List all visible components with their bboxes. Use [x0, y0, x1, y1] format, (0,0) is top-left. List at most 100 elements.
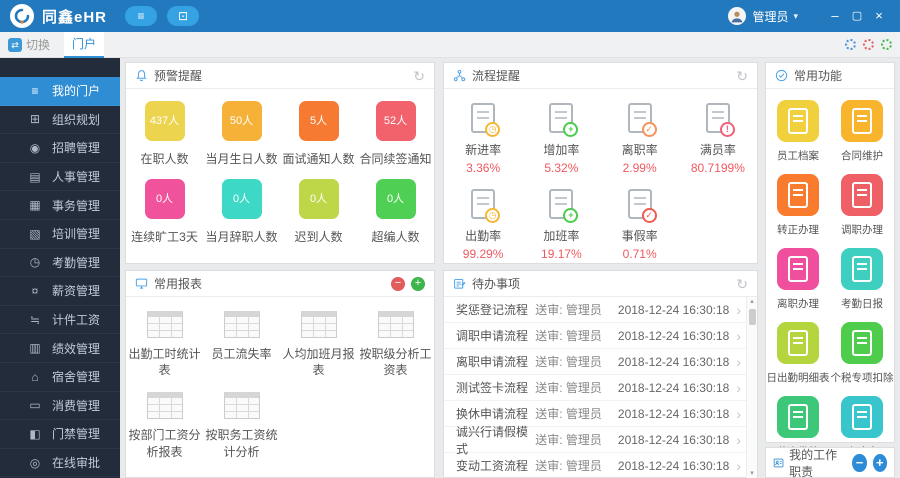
avatar	[728, 7, 747, 25]
tile-value: 0人	[221, 179, 262, 219]
sidebar-item-training[interactable]: ▧ 培训管理	[0, 220, 120, 249]
tile-value: 437人	[144, 101, 185, 141]
function-resignation-processing[interactable]: 离职办理	[766, 248, 830, 311]
function-employee-files[interactable]: 员工档案	[766, 100, 830, 163]
function-transfer-processing[interactable]: 调职办理	[830, 174, 894, 237]
settings-gear-red-icon[interactable]	[863, 39, 874, 50]
sidebar-item-personnel[interactable]: ▤ 人事管理	[0, 163, 120, 192]
sidebar-item-payroll[interactable]: ¤ 薪资管理	[0, 277, 120, 306]
todo-row[interactable]: 调职申请流程 送审: 管理员 2018-12-24 16:30:18 ›	[444, 323, 757, 349]
add-report-button[interactable]: +	[411, 276, 425, 291]
process-item-growth-rate[interactable]: + 增加率 5.32%	[522, 103, 600, 175]
chevron-right-icon: ›	[736, 301, 741, 318]
panel-functions-header: 常用功能	[766, 63, 894, 89]
process-item-attendance-rate[interactable]: ◷ 出勤率 99.29%	[444, 189, 522, 261]
todo-row[interactable]: 变动工资流程 送审: 管理员 2018-12-24 16:30:18 ›	[444, 453, 757, 478]
table-icon	[377, 311, 414, 338]
function-probation-confirmation[interactable]: 转正办理	[766, 174, 830, 237]
sidebar-item-performance[interactable]: ▥ 绩效管理	[0, 334, 120, 363]
sidebar-item-recruitment[interactable]: ◉ 招聘管理	[0, 134, 120, 163]
document-icon: +	[549, 189, 579, 223]
warning-tile-overstaffed[interactable]: 0人 超编人数	[357, 179, 434, 245]
settings-gear-blue-icon[interactable]	[845, 39, 856, 50]
sidebar-item-dormitory[interactable]: ⌂ 宿舍管理	[0, 363, 120, 392]
layers-icon: ≡	[31, 83, 39, 98]
sidebar-item-access-control[interactable]: ◧ 门禁管理	[0, 420, 120, 449]
settings-gear-green-icon[interactable]	[881, 39, 892, 50]
panel-todo-items: 待办事项 ↻ 奖惩登记流程 送审: 管理员 2018-12-24 16:30:18 ›…	[443, 270, 758, 478]
card-icon: ▭	[29, 398, 41, 413]
sidebar-item-consumption[interactable]: ▭ 消费管理	[0, 392, 120, 421]
calendar-clock-icon: ◷	[29, 255, 41, 270]
panel-reports-header: 常用报表 − +	[126, 271, 434, 297]
badge-icon: +	[563, 208, 579, 223]
todo-row[interactable]: 诚兴行请假模式 送审: 管理员 2018-12-24 16:30:18 ›	[444, 425, 757, 456]
todo-row[interactable]: 测试签卡流程 送审: 管理员 2018-12-24 16:30:18 ›	[444, 375, 757, 401]
door-icon: ◧	[29, 426, 41, 441]
collapse-duty-button[interactable]: −	[852, 453, 867, 472]
sidebar-item-piecework[interactable]: ≒ 计件工资	[0, 306, 120, 335]
report-item[interactable]: 人均加班月报表	[280, 311, 357, 378]
sidebar-item-attendance[interactable]: ◷ 考勤管理	[0, 249, 120, 278]
report-item[interactable]: 员工流失率	[203, 311, 280, 378]
todo-row[interactable]: 离职申请流程 送审: 管理员 2018-12-24 16:30:18 ›	[444, 349, 757, 375]
refresh-icon[interactable]: ↻	[736, 69, 748, 83]
report-item[interactable]: 按职务工资统计分析	[203, 392, 280, 459]
warning-tile-late[interactable]: 0人 迟到人数	[280, 179, 357, 245]
remove-report-button[interactable]: −	[391, 276, 405, 291]
process-item-overtime-rate[interactable]: + 加班率 19.17%	[522, 189, 600, 261]
folder-settings-button[interactable]: ⊡	[167, 6, 200, 26]
refresh-icon[interactable]: ↻	[736, 277, 748, 291]
menu-list-button[interactable]: ≡	[125, 6, 158, 26]
restore-button[interactable]: ▢	[846, 0, 868, 32]
warning-tile-contract-renewals[interactable]: 52人 合同续签通知	[357, 101, 434, 167]
panel-title: 预警提醒	[154, 69, 203, 83]
process-item-new-hire-rate[interactable]: ◷ 新进率 3.36%	[444, 103, 522, 175]
panel-title: 流程提醒	[472, 69, 521, 83]
report-item[interactable]: 按部门工资分析报表	[126, 392, 203, 459]
report-item[interactable]: 按职级分析工资表	[357, 311, 434, 378]
warning-tile-resignations[interactable]: 0人 当月辞职人数	[203, 179, 280, 245]
warning-tile-absenteeism[interactable]: 0人 连续旷工3天	[126, 179, 203, 245]
close-button[interactable]: ×	[868, 0, 890, 32]
todo-row[interactable]: 奖惩登记流程 送审: 管理员 2018-12-24 16:30:18 ›	[444, 297, 757, 323]
tile-label: 迟到人数	[294, 230, 343, 244]
switch-button[interactable]: ⇄ 切换	[8, 36, 50, 53]
sidebar-item-affairs[interactable]: ▦ 事务管理	[0, 191, 120, 220]
process-item-capacity-rate[interactable]: ! 满员率 80.7199%	[679, 103, 757, 175]
warning-tile-interview-notices[interactable]: 5人 面试通知人数	[280, 101, 357, 167]
function-daily-attendance-detail[interactable]: 日出勤明细表	[766, 322, 830, 385]
sidebar-item-online-approval[interactable]: ◎ 在线审批	[0, 449, 120, 478]
badge-icon: !	[719, 122, 735, 137]
confirmation-icon	[777, 174, 819, 216]
sidebar-item-org-planning[interactable]: ⊞ 组织规划	[0, 106, 120, 135]
process-item-turnover-rate[interactable]: ✓ 离职率 2.99%	[601, 103, 679, 175]
warning-tile-onduty[interactable]: 437人 在职人数	[126, 101, 203, 167]
report-item[interactable]: 出勤工时统计表	[126, 311, 203, 378]
table-icon	[146, 311, 183, 338]
minimize-button[interactable]: –	[824, 0, 846, 32]
work-duty-label: 我的工作职责	[789, 447, 838, 478]
scroll-down-icon[interactable]: ▾	[750, 469, 754, 478]
scroll-up-icon[interactable]: ▴	[750, 297, 754, 307]
todo-scrollbar[interactable]: ▴ ▾	[746, 297, 757, 478]
resignation-icon	[777, 248, 819, 290]
warning-tile-birthdays[interactable]: 50人 当月生日人数	[203, 101, 280, 167]
expand-duty-button[interactable]: +	[872, 453, 887, 472]
book-icon: ▧	[29, 226, 41, 241]
chevron-right-icon: ›	[736, 327, 741, 344]
sidebar-item-my-portal[interactable]: ≡ 我的门户	[0, 77, 120, 106]
process-item-personal-leave-rate[interactable]: ✓ 事假率 0.71%	[601, 189, 679, 261]
tab-bar: ⇄ 切换 门户	[0, 31, 900, 58]
function-attendance-daily[interactable]: 考勤日报	[830, 248, 894, 311]
refresh-icon[interactable]: ↻	[413, 69, 425, 83]
chevron-right-icon: ›	[736, 353, 741, 370]
app-logo-icon	[10, 4, 34, 28]
function-contract-maintenance[interactable]: 合同维护	[830, 100, 894, 163]
function-tax-deduction[interactable]: 个税专项扣除	[830, 322, 894, 385]
user-menu[interactable]: 管理员 ▾	[728, 7, 798, 25]
building-icon: ⌂	[31, 369, 39, 384]
scrollbar-thumb[interactable]	[748, 309, 756, 325]
tab-portal[interactable]: 门户	[64, 31, 105, 58]
panel-common-functions: 常用功能 员工档案 合同维护 转正办理 调职办理 离职办理 考勤日报 日出勤明细…	[765, 62, 895, 458]
